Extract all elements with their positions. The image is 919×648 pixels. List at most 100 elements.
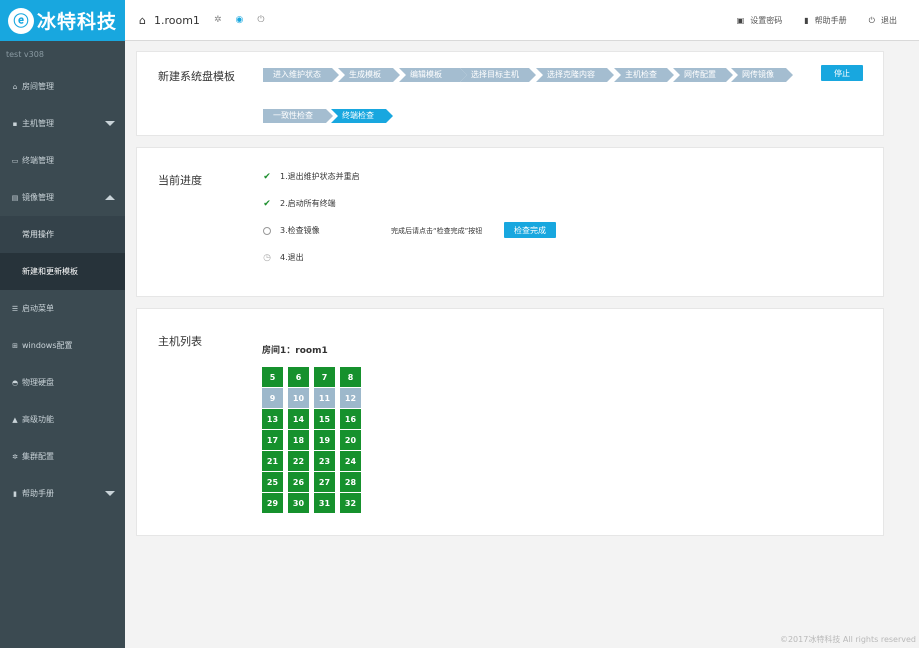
progress-label: 2.启动所有终端: [280, 199, 336, 208]
host-tile[interactable]: 22: [288, 451, 309, 471]
host-tile[interactable]: 8: [340, 367, 361, 387]
sidebar-item-cluster[interactable]: ✲ 集群配置: [0, 438, 125, 475]
host-tile[interactable]: 26: [288, 472, 309, 492]
sidebar-item-label: 集群配置: [22, 452, 54, 461]
gear-icon: ✲: [12, 452, 18, 461]
sidebar: ⓔ 冰特科技 test v308 ⌂ 房间管理 ▪ 主机管理 ▭ 终端管理 ▤ …: [0, 0, 125, 648]
lock-icon: ▣: [736, 16, 745, 25]
set-password-label: 设置密码: [750, 16, 783, 25]
sidebar-item-label: 启动菜单: [22, 304, 54, 313]
logout-label: 退出: [881, 16, 897, 25]
room-label: 房间1：room1: [262, 346, 328, 356]
host-tile[interactable]: 27: [314, 472, 335, 492]
logout-link[interactable]: ⏻ 退出: [869, 15, 897, 26]
step-generate-template: 生成模板: [338, 68, 400, 82]
page-title: 1.room1: [153, 13, 200, 27]
sidebar-item-rooms[interactable]: ⌂ 房间管理: [0, 68, 125, 105]
chevron-down-icon: [105, 491, 115, 496]
power-icon: ⏻: [868, 15, 875, 25]
globe-icon[interactable]: ◉: [235, 15, 243, 25]
sidebar-item-label: windows配置: [22, 341, 73, 350]
host-tile[interactable]: 28: [340, 472, 361, 492]
step-edit-template: 编辑模板: [399, 68, 467, 82]
sidebar-item-label: 物理硬盘: [22, 378, 54, 387]
disk-icon: ◓: [11, 378, 19, 387]
sidebar-item-images[interactable]: ▤ 镜像管理: [0, 179, 125, 216]
host-tile[interactable]: 19: [314, 430, 335, 450]
circle-icon: [262, 226, 272, 235]
settings-icon[interactable]: ✲: [214, 15, 222, 25]
step-host-check: 主机检查: [614, 68, 674, 82]
step-terminal-check: 终端检查: [331, 109, 393, 123]
host-tile[interactable]: 10: [288, 388, 309, 408]
brand-logo[interactable]: ⓔ 冰特科技: [0, 0, 125, 41]
sidebar-item-terminals[interactable]: ▭ 终端管理: [0, 142, 125, 179]
step-enter-maintenance: 进入维护状态: [263, 68, 339, 82]
home-icon: ⌂: [12, 82, 18, 91]
panel-title: 新建系统盘模板: [158, 70, 235, 83]
help-manual-link[interactable]: ▮ 帮助手册: [804, 15, 846, 26]
power-icon[interactable]: ⏻: [257, 15, 264, 25]
sidebar-item-hosts[interactable]: ▪ 主机管理: [0, 105, 125, 142]
progress-panel: 当前进度 ✔ 1.退出维护状态并重启 ✔ 2.启动所有终端 3.检查镜像 完成后…: [136, 147, 884, 297]
host-tile[interactable]: 12: [340, 388, 361, 408]
panel-title: 主机列表: [158, 335, 202, 348]
host-tile[interactable]: 13: [262, 409, 283, 429]
host-tile[interactable]: 32: [340, 493, 361, 513]
step-consistency-check: 一致性检查: [263, 109, 333, 123]
stop-button[interactable]: 停止: [821, 65, 863, 81]
sidebar-item-advanced[interactable]: ▲ 高级功能: [0, 401, 125, 438]
host-tile[interactable]: 7: [314, 367, 335, 387]
host-tile[interactable]: 11: [314, 388, 335, 408]
host-list-panel: 主机列表 房间1：room1 5 6 7 8 9 10 11 12 13 14 15 16 17 18 19…: [136, 308, 884, 536]
check-icon: ✔: [263, 171, 271, 182]
sidebar-item-label: 终端管理: [22, 156, 54, 165]
step-select-target: 选择目标主机: [460, 68, 536, 82]
host-tile[interactable]: 18: [288, 430, 309, 450]
host-tile[interactable]: 5: [262, 367, 283, 387]
host-tile[interactable]: 17: [262, 430, 283, 450]
help-manual-label: 帮助手册: [814, 16, 847, 25]
sidebar-item-physical-disk[interactable]: ◓ 物理硬盘: [0, 364, 125, 401]
sidebar-subitem-new-template[interactable]: 新建和更新模板: [0, 253, 125, 290]
home-icon[interactable]: ⌂: [139, 14, 146, 27]
set-password-link[interactable]: ▣ 设置密码: [737, 15, 783, 26]
host-tile[interactable]: 21: [262, 451, 283, 471]
progress-label: 3.检查镜像: [280, 226, 320, 235]
version-label: test v308: [6, 50, 44, 59]
check-done-button[interactable]: 检查完成: [504, 222, 556, 238]
host-tile[interactable]: 15: [314, 409, 335, 429]
host-grid: 5 6 7 8 9 10 11 12 13 14 15 16 17 18 19 20 21 22 23 24 25 26 2…: [262, 367, 361, 513]
topbar: ⌂ 1.room1 ✲ ◉ ⏻ ▣ 设置密码 ▮ 帮助手册 ⏻ 退出: [125, 0, 919, 41]
host-tile[interactable]: 25: [262, 472, 283, 492]
sidebar-item-label: 帮助手册: [22, 489, 54, 498]
progress-label: 1.退出维护状态并重启: [280, 172, 360, 181]
server-icon: ▪: [12, 119, 18, 128]
host-tile[interactable]: 9: [262, 388, 283, 408]
host-tile[interactable]: 20: [340, 430, 361, 450]
host-tile[interactable]: 14: [288, 409, 309, 429]
sidebar-item-help[interactable]: ▮ 帮助手册: [0, 475, 125, 512]
host-tile[interactable]: 23: [314, 451, 335, 471]
manual-icon: ▮: [804, 16, 809, 25]
hint-text: 完成后请点击“检查完成”按钮: [391, 227, 483, 235]
host-tile[interactable]: 24: [340, 451, 361, 471]
sidebar-item-label: 主机管理: [22, 119, 54, 128]
host-tile[interactable]: 16: [340, 409, 361, 429]
step-network-config: 网传配置: [673, 68, 733, 82]
sidebar-subitem-common-ops[interactable]: 常用操作: [0, 216, 125, 253]
host-tile[interactable]: 29: [262, 493, 283, 513]
progress-item: 3.检查镜像: [262, 225, 320, 236]
brand-name: 冰特科技: [37, 11, 118, 33]
progress-item: ✔ 1.退出维护状态并重启: [262, 171, 360, 182]
list-icon: ☰: [11, 304, 19, 313]
chevron-down-icon: [105, 121, 115, 126]
host-tile[interactable]: 6: [288, 367, 309, 387]
host-tile[interactable]: 30: [288, 493, 309, 513]
sidebar-item-boot-menu[interactable]: ☰ 启动菜单: [0, 290, 125, 327]
sidebar-item-label: 房间管理: [22, 82, 54, 91]
host-tile[interactable]: 31: [314, 493, 335, 513]
sidebar-item-windows-config[interactable]: ⊞ windows配置: [0, 327, 125, 364]
monitor-icon: ▭: [11, 156, 19, 165]
progress-item: ✔ 2.启动所有终端: [262, 198, 336, 209]
